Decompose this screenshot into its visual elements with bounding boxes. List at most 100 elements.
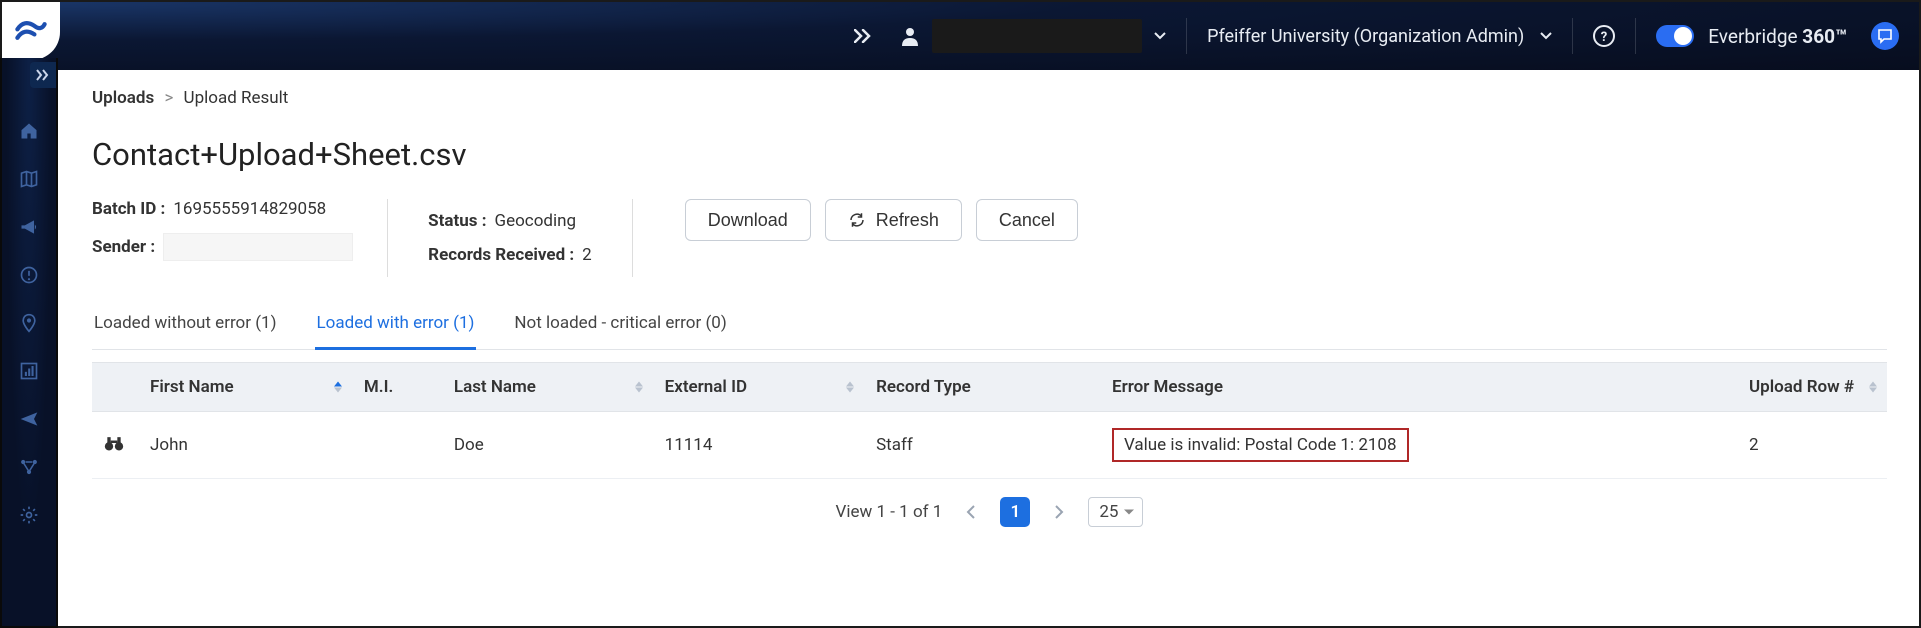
- meta-col-batch: Batch ID : 1695555914829058 Sender :: [92, 199, 388, 277]
- gear-icon: [19, 505, 39, 525]
- batch-id-label: Batch ID :: [92, 199, 165, 219]
- nav-itm[interactable]: [18, 456, 40, 478]
- chat-button[interactable]: [1871, 22, 1899, 50]
- col-upload-row[interactable]: Upload Row #: [1737, 363, 1887, 412]
- result-tabs: Loaded without error (1) Loaded with err…: [92, 303, 1887, 350]
- caret-down-icon: [1540, 32, 1552, 40]
- nav-settings[interactable]: [18, 504, 40, 526]
- nav-reports[interactable]: [18, 360, 40, 382]
- map-icon: [19, 169, 39, 189]
- cell-upload-row: 2: [1737, 412, 1887, 479]
- sender-value-redacted: [163, 233, 353, 261]
- alert-icon: [19, 265, 39, 285]
- tab-loaded-error[interactable]: Loaded with error (1): [315, 303, 477, 350]
- refresh-label: Refresh: [876, 210, 939, 231]
- page-prev[interactable]: [956, 497, 986, 527]
- sender-label: Sender :: [92, 237, 155, 257]
- header-more[interactable]: [840, 16, 886, 56]
- page-title: Contact+Upload+Sheet.csv: [92, 136, 1887, 173]
- col-upload-row-label: Upload Row #: [1749, 377, 1854, 397]
- table-row: John Doe 11114 Staff Value is invalid: P…: [92, 412, 1887, 479]
- plane-icon: [19, 409, 39, 429]
- col-record-type[interactable]: Record Type: [864, 363, 1100, 412]
- status-label: Status :: [428, 211, 486, 231]
- caret-down-icon: [1154, 32, 1166, 40]
- nav-location[interactable]: [18, 312, 40, 334]
- main-content: Uploads > Upload Result Contact+Upload+S…: [58, 68, 1921, 628]
- cell-mi: [352, 412, 442, 479]
- product-toggle[interactable]: Everbridge 360™: [1642, 16, 1861, 56]
- cancel-button[interactable]: Cancel: [976, 199, 1078, 241]
- help-button[interactable]: ?: [1579, 16, 1629, 56]
- binoculars-icon: [104, 434, 124, 452]
- chat-icon: [1877, 28, 1893, 44]
- cell-external-id: 11114: [653, 412, 864, 479]
- col-mi[interactable]: M.I.: [352, 363, 442, 412]
- page-size-select[interactable]: 25: [1088, 497, 1143, 527]
- divider: [1572, 18, 1573, 54]
- chevron-double-right-icon: [36, 69, 50, 81]
- download-button[interactable]: Download: [685, 199, 811, 241]
- sort-indicator: [334, 382, 342, 393]
- svg-text:?: ?: [1601, 30, 1607, 45]
- error-highlight: Value is invalid: Postal Code 1: 2108: [1112, 428, 1409, 462]
- cell-last-name: Doe: [442, 412, 653, 479]
- chevron-left-icon: [966, 505, 976, 519]
- cell-error-message: Value is invalid: Postal Code 1: 2108: [1100, 412, 1737, 479]
- cell-first-name: John: [138, 412, 352, 479]
- org-label: Pfeiffer University (Organization Admin): [1207, 26, 1524, 47]
- page-size-value: 25: [1099, 502, 1118, 522]
- nav-travel[interactable]: [18, 408, 40, 430]
- nav-announce[interactable]: [18, 216, 40, 238]
- status-value: Geocoding: [495, 211, 577, 231]
- breadcrumb: Uploads > Upload Result: [92, 88, 1887, 108]
- pin-icon: [19, 313, 39, 333]
- tab-loaded-ok[interactable]: Loaded without error (1): [92, 303, 279, 350]
- nav-home[interactable]: [18, 120, 40, 142]
- col-icon: [92, 363, 138, 412]
- action-buttons: Download Refresh Cancel: [673, 199, 1078, 241]
- chevron-double-right-icon: [854, 29, 872, 43]
- refresh-button[interactable]: Refresh: [825, 199, 962, 241]
- breadcrumb-root[interactable]: Uploads: [92, 88, 154, 108]
- refresh-icon: [848, 211, 866, 229]
- meta-col-status: Status : Geocoding Records Received : 2: [428, 199, 633, 277]
- sidebar-expand-button[interactable]: [30, 62, 56, 88]
- divider: [1635, 18, 1636, 54]
- page-next[interactable]: [1044, 497, 1074, 527]
- col-last-name[interactable]: Last Name: [442, 363, 653, 412]
- nav-map[interactable]: [18, 168, 40, 190]
- user-icon: [900, 26, 920, 46]
- col-external-id[interactable]: External ID: [653, 363, 864, 412]
- pagination-summary: View 1 - 1 of 1: [836, 502, 943, 522]
- results-table: First Name M.I. Last Name External ID Re…: [92, 362, 1887, 479]
- tab-not-loaded[interactable]: Not loaded - critical error (0): [512, 303, 728, 350]
- app-header: Pfeiffer University (Organization Admin)…: [2, 2, 1919, 70]
- sort-indicator: [635, 382, 643, 393]
- org-switcher[interactable]: Pfeiffer University (Organization Admin): [1193, 16, 1566, 56]
- brand-text: Everbridge 360™: [1708, 25, 1847, 48]
- row-view-icon[interactable]: [92, 412, 138, 479]
- meta-row: Batch ID : 1695555914829058 Sender : Sta…: [92, 199, 1887, 277]
- home-icon: [19, 121, 39, 141]
- records-value: 2: [582, 245, 592, 265]
- sort-indicator: [846, 382, 854, 393]
- everbridge-logo-icon: [14, 14, 48, 48]
- user-name-redacted: [932, 19, 1142, 53]
- breadcrumb-current: Upload Result: [184, 88, 289, 108]
- nav-alert[interactable]: [18, 264, 40, 286]
- breadcrumb-sep: >: [164, 88, 173, 108]
- col-external-id-label: External ID: [665, 377, 747, 397]
- sidebar: [0, 58, 58, 628]
- records-label: Records Received :: [428, 245, 574, 265]
- toggle-switch[interactable]: [1656, 25, 1694, 47]
- user-menu[interactable]: [886, 16, 1180, 56]
- page-current[interactable]: 1: [1000, 497, 1030, 527]
- brand-logo[interactable]: [2, 2, 60, 60]
- download-label: Download: [708, 210, 788, 231]
- divider: [1186, 18, 1187, 54]
- col-first-name[interactable]: First Name: [138, 363, 352, 412]
- pagination: View 1 - 1 of 1 1 25: [92, 479, 1887, 535]
- cancel-label: Cancel: [999, 210, 1055, 231]
- col-error-message[interactable]: Error Message: [1100, 363, 1737, 412]
